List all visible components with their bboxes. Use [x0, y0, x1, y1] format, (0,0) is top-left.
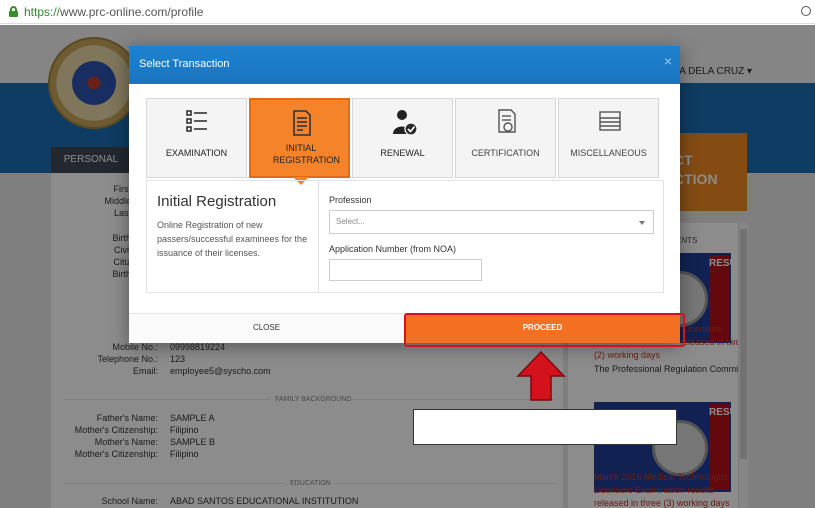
tab-label: CERTIFICATION [471, 148, 540, 158]
document-icon [293, 110, 311, 136]
tab-initial-registration[interactable]: INITIAL REGISTRATION [249, 98, 350, 185]
panel-form: Profession Select... Application Number … [329, 195, 654, 281]
tab-certification[interactable]: CERTIFICATION [455, 98, 556, 178]
modal-header: Select Transaction × [129, 46, 680, 84]
red-up-arrow [516, 350, 566, 401]
stack-icon [599, 111, 621, 131]
tab-miscellaneous[interactable]: MISCELLANEOUS [558, 98, 659, 178]
user-check-icon [393, 110, 417, 136]
tab-label: RENEWAL [380, 148, 425, 158]
chevron-down-icon [639, 221, 645, 225]
profession-select[interactable]: Select... [329, 210, 654, 234]
tab-label: EXAMINATION [165, 148, 228, 158]
modal-title: Select Transaction [139, 58, 230, 70]
browser-address-bar[interactable]: https://www.prc-online.com/profile [0, 0, 815, 24]
zoom-icon[interactable] [801, 6, 811, 16]
app-number-label: Application Number (from NOA) [329, 244, 457, 254]
certificate-icon [498, 109, 516, 133]
url-text[interactable]: https://www.prc-online.com/profile [24, 5, 203, 19]
proceed-highlight-box [404, 313, 685, 347]
checklist-icon [186, 110, 207, 132]
close-icon[interactable]: × [664, 53, 672, 69]
panel-description: Initial Registration Online Registration… [147, 181, 319, 292]
profession-label: Profession [329, 195, 372, 205]
transaction-panel: Initial Registration Online Registration… [146, 180, 664, 293]
panel-title: Initial Registration [157, 193, 277, 210]
lock-icon [9, 6, 18, 17]
tab-renewal[interactable]: RENEWAL [352, 98, 453, 178]
tab-examination[interactable]: EXAMINATION [146, 98, 247, 178]
close-button[interactable]: CLOSE [129, 314, 404, 343]
select-transaction-modal: Select Transaction × EXAMINATION INITIAL… [129, 46, 680, 343]
transaction-tabs: EXAMINATION INITIAL REGISTRATION RENEWAL… [146, 98, 664, 185]
tab-label: INITIAL REGISTRATION [273, 143, 340, 165]
annotation-box [413, 409, 677, 445]
tab-label: MISCELLANEOUS [570, 148, 647, 158]
app-number-input[interactable] [329, 259, 482, 281]
panel-desc: Online Registration of new passers/succe… [157, 220, 308, 258]
